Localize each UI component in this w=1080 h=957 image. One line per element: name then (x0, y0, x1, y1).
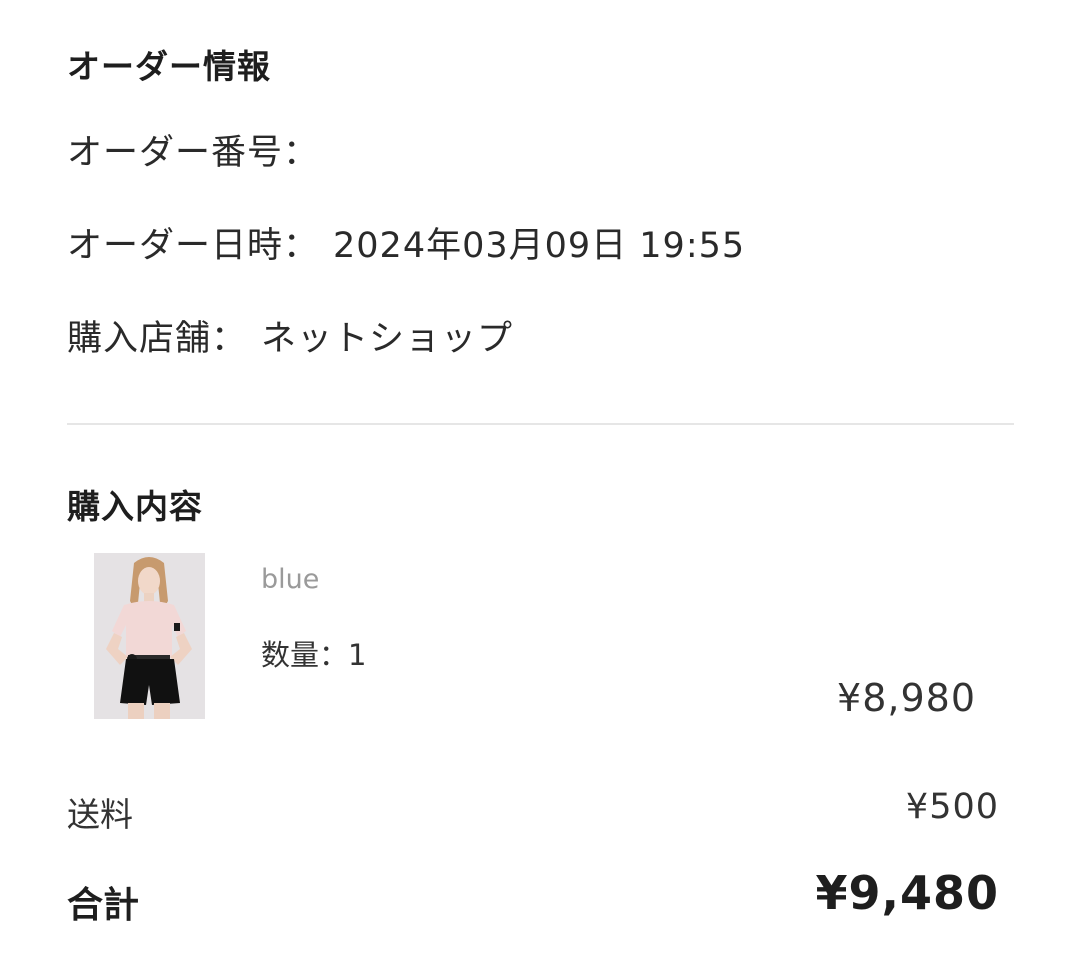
product-photo-illustration (94, 553, 205, 719)
store-row: 購入店舗： ネットショップ (67, 310, 513, 361)
order-datetime-value: 2024年03月09日 19:55 (333, 226, 746, 266)
order-datetime-row: オーダー日時： 2024年03月09日 19:55 (67, 217, 745, 268)
shipping-label: 送料 (67, 795, 133, 834)
order-detail-page: オーダー情報 オーダー番号： オーダー日時： 2024年03月09日 19:55 … (0, 0, 1080, 957)
purchase-title: 購入内容 (67, 487, 203, 526)
item-quantity: 数量：1 (261, 638, 367, 672)
section-divider (67, 423, 1014, 425)
item-variant: blue (261, 564, 320, 595)
product-photo-icon[interactable] (94, 553, 205, 719)
item-price: ¥8,980 (837, 676, 976, 720)
shipping-value: ¥500 (905, 787, 999, 827)
order-datetime-label: オーダー日時： (67, 226, 320, 266)
order-number-label: オーダー番号： (67, 133, 320, 173)
total-label: 合計 (67, 885, 140, 926)
store-label: 購入店舗： (67, 319, 248, 359)
total-value: ¥9,480 (815, 866, 999, 920)
order-info-title: オーダー情報 (67, 47, 271, 86)
store-value: ネットショップ (261, 319, 514, 359)
order-number-row: オーダー番号： (67, 124, 333, 175)
